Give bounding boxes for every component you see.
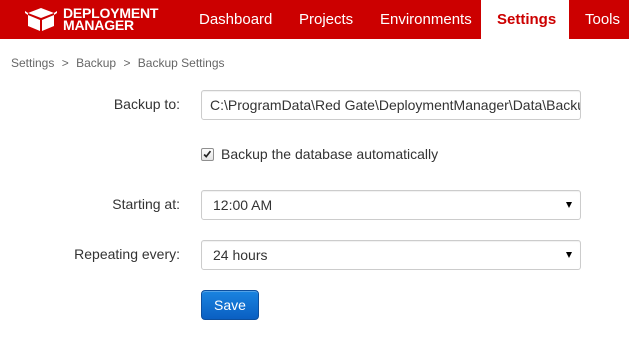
backup-path-input[interactable]: C:\ProgramData\Red Gate\DeploymentManage… (201, 90, 581, 120)
starting-at-value: 12:00 AM (213, 197, 273, 213)
save-button[interactable]: Save (201, 290, 259, 320)
top-navbar: DEPLOYMENT MANAGER Dashboard Projects En… (0, 0, 629, 40)
breadcrumb-separator: > (61, 56, 69, 70)
nav-environments[interactable]: Environments (364, 0, 488, 39)
nav-tools[interactable]: Tools (569, 0, 629, 39)
nav-projects[interactable]: Projects (283, 0, 369, 39)
brand-name: DEPLOYMENT MANAGER (63, 6, 158, 32)
breadcrumb-backup-settings: Backup Settings (137, 56, 225, 70)
starting-at-label: Starting at: (112, 196, 180, 212)
auto-backup-label[interactable]: Backup the database automatically (221, 146, 438, 162)
backup-to-label: Backup to: (113, 96, 180, 112)
breadcrumb-backup[interactable]: Backup (76, 56, 116, 70)
repeating-every-value: 24 hours (213, 247, 268, 263)
breadcrumb-settings[interactable]: Settings (11, 56, 54, 70)
app-logo[interactable]: DEPLOYMENT MANAGER (24, 5, 158, 33)
repeating-every-label: Repeating every: (74, 246, 180, 262)
nav-settings[interactable]: Settings (481, 0, 569, 40)
chevron-down-icon (566, 202, 572, 208)
package-logo-icon (25, 8, 57, 31)
auto-backup-checkbox[interactable] (201, 148, 214, 161)
breadcrumb-separator: > (123, 56, 131, 70)
checkmark-icon (203, 150, 212, 158)
nav-dashboard[interactable]: Dashboard (183, 0, 288, 39)
chevron-down-icon (566, 252, 572, 258)
repeating-every-select[interactable]: 24 hours (201, 240, 581, 270)
breadcrumb: Settings > Backup > Backup Settings (11, 56, 225, 70)
starting-at-select[interactable]: 12:00 AM (201, 190, 581, 220)
